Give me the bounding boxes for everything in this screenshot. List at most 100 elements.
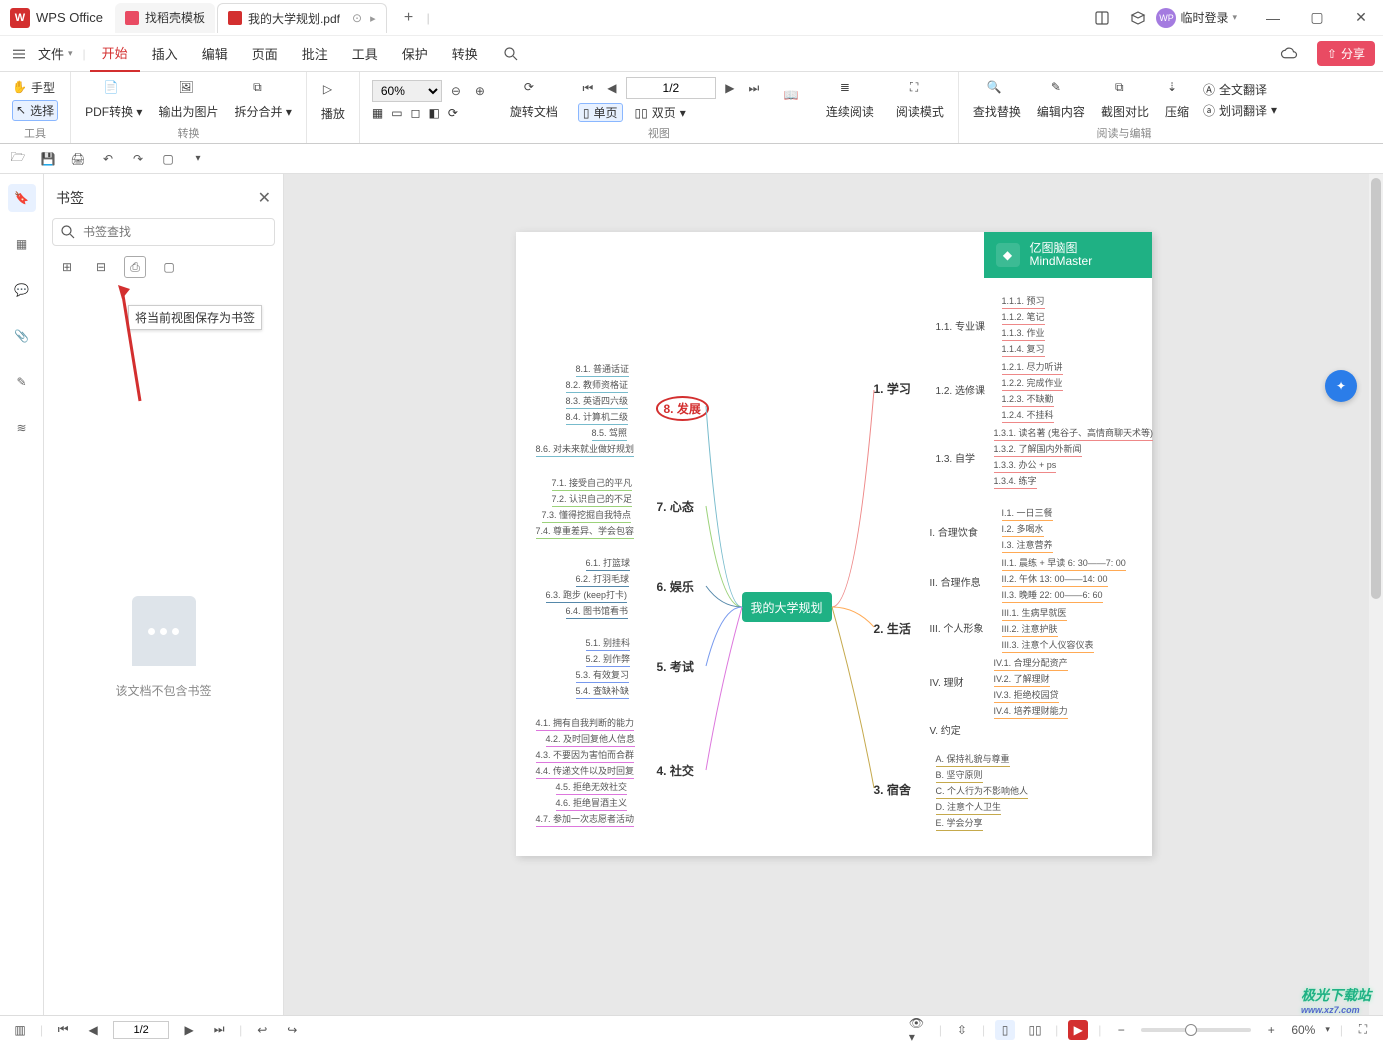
rail-signature-icon[interactable]: ✎ [8, 368, 36, 396]
zoom-select[interactable]: 60% [372, 80, 442, 102]
sb-next-page-icon[interactable]: ▶ [179, 1020, 199, 1040]
single-page-toggle[interactable]: ▯ 单页 [578, 103, 623, 122]
chevron-down-icon[interactable]: ▾ [1232, 12, 1237, 23]
rail-bookmark-icon[interactable]: 🔖 [8, 184, 36, 212]
tab-menu-icon[interactable]: ⊙ [352, 11, 362, 25]
sb-page-input[interactable] [113, 1021, 169, 1039]
hamburger-icon[interactable] [8, 43, 30, 65]
bookmark-collapse-icon[interactable]: ⊟ [90, 256, 112, 278]
last-page-icon[interactable]: ⏭ [744, 77, 764, 99]
word-translate-button[interactable]: ⓐ 划词翻译 ▾ [1203, 102, 1277, 119]
cloud-icon[interactable] [1277, 42, 1301, 66]
file-menu[interactable]: 文件▾ [38, 44, 73, 63]
redo-icon[interactable]: ↷ [128, 149, 148, 169]
hand-tool[interactable]: ✋ 手型 [12, 79, 58, 96]
sb-panel-icon[interactable]: ▥ [10, 1020, 30, 1040]
menu-tab-edit[interactable]: 编辑 [190, 36, 240, 72]
fit-page-icon[interactable]: ▭ [391, 106, 402, 120]
bookmark-expand-icon[interactable]: ⊞ [56, 256, 78, 278]
read-mode-button[interactable]: ⛶阅读模式 [888, 80, 952, 120]
share-button[interactable]: ⇧ 分享 [1317, 41, 1375, 66]
bookmark-save-view-icon[interactable]: ⎙ [124, 256, 146, 278]
sb-last-page-icon[interactable]: ⏭ [209, 1020, 229, 1040]
tab-document[interactable]: 我的大学规划.pdf ⊙ ▸ [217, 3, 387, 33]
export-image-button[interactable]: 🖼输出为图片 [150, 80, 226, 120]
double-page-toggle[interactable]: ▯▯ 双页 ▾ [631, 104, 690, 121]
sb-prev-page-icon[interactable]: ◀ [83, 1020, 103, 1040]
rail-comment-icon[interactable]: 💬 [8, 276, 36, 304]
actual-size-icon[interactable]: ◻ [411, 106, 421, 120]
find-replace-button[interactable]: 🔍查找替换 [965, 80, 1029, 120]
panel-close-icon[interactable]: ✕ [258, 188, 271, 208]
pdf-convert-button[interactable]: 📄PDF转换 ▾ [77, 80, 150, 120]
login-status[interactable]: 临时登录 [1180, 9, 1228, 26]
rotate-doc-button[interactable]: ⟳旋转文档 [502, 80, 566, 120]
crop-icon[interactable]: ◧ [429, 106, 440, 120]
sb-double-view-icon[interactable]: ▯▯ [1025, 1020, 1045, 1040]
menu-tab-annotate[interactable]: 批注 [290, 36, 340, 72]
sb-zoom-in-icon[interactable]: + [1261, 1020, 1281, 1040]
full-translate-button[interactable]: Ⓐ 全文翻译 [1203, 81, 1277, 98]
tab-expand-icon[interactable]: ▸ [370, 12, 376, 25]
window-close[interactable]: ✕ [1339, 0, 1383, 36]
page-input[interactable] [626, 77, 716, 99]
user-avatar[interactable]: WP [1156, 8, 1176, 28]
bookmark-goto-icon[interactable]: ▢ [158, 256, 180, 278]
rail-layers-icon[interactable]: ≋ [8, 414, 36, 442]
prev-page-icon[interactable]: ◀ [602, 77, 622, 99]
first-page-icon[interactable]: ⏮ [578, 77, 598, 99]
window-minimize[interactable]: — [1251, 0, 1295, 36]
dropdown-icon[interactable]: ▾ [188, 149, 208, 169]
sb-eye-icon[interactable]: 👁 ▾ [909, 1020, 929, 1040]
floating-assist-button[interactable]: ✦ [1325, 370, 1357, 402]
screenshot-compare-button[interactable]: ⧉截图对比 [1093, 80, 1157, 120]
bookmark-panel: 书签 ✕ ⊞ ⊟ ⎙ ▢ 该文档不包含书签 [44, 174, 284, 1015]
menu-tab-page[interactable]: 页面 [240, 36, 290, 72]
sb-first-page-icon[interactable]: ⏮ [53, 1020, 73, 1040]
bookmark-search-input[interactable] [83, 225, 268, 239]
split-merge-button[interactable]: ⧉拆分合并 ▾ [226, 80, 299, 120]
sb-nav-fwd-icon[interactable]: ↪ [282, 1020, 302, 1040]
tab-add-button[interactable]: + [397, 6, 421, 30]
document-canvas[interactable]: ◆ 亿图脑图MindMaster 我的大学规划 1. 学习 2. 生活 3. 宿… [284, 174, 1383, 1015]
sb-play-icon[interactable]: ▶ [1068, 1020, 1088, 1040]
menu-tab-start[interactable]: 开始 [90, 36, 140, 72]
sb-fit-icon[interactable]: ⇳ [952, 1020, 972, 1040]
main-area: 🔖 ▦ 💬 📎 ✎ ≋ 书签 ✕ ⊞ ⊟ ⎙ ▢ 该文档不包含书签 ◆ [0, 174, 1383, 1015]
save-icon[interactable]: 💾 [38, 149, 58, 169]
more-icon[interactable]: ▢ [158, 149, 178, 169]
book-view-icon[interactable]: 📖 [776, 88, 812, 111]
continuous-read-button[interactable]: ≣连续阅读 [818, 80, 882, 120]
bookmark-search[interactable] [52, 218, 275, 246]
next-page-icon[interactable]: ▶ [720, 77, 740, 99]
search-icon[interactable] [490, 36, 532, 72]
zoom-in-icon[interactable]: ⊕ [470, 80, 490, 102]
rail-thumbnail-icon[interactable]: ▦ [8, 230, 36, 258]
window-maximize[interactable]: ▢ [1295, 0, 1339, 36]
sb-zoom-slider[interactable] [1141, 1028, 1251, 1032]
fit-width-icon[interactable]: ▦ [372, 106, 383, 120]
open-icon[interactable]: 🗁 [8, 149, 28, 169]
sb-fullscreen-icon[interactable]: ⛶ [1353, 1020, 1373, 1040]
menu-tab-protect[interactable]: 保护 [390, 36, 440, 72]
tab-template[interactable]: 找稻壳模板 [115, 3, 215, 33]
compress-button[interactable]: ⇣压缩 [1157, 80, 1197, 120]
menu-tab-convert[interactable]: 转换 [440, 36, 490, 72]
rail-attachment-icon[interactable]: 📎 [8, 322, 36, 350]
play-button[interactable]: ▷播放 [313, 82, 353, 122]
sb-single-view-icon[interactable]: ▯ [995, 1020, 1015, 1040]
menu-tab-tools[interactable]: 工具 [340, 36, 390, 72]
vertical-scrollbar[interactable] [1369, 174, 1383, 1015]
sb-nav-back-icon[interactable]: ↩ [252, 1020, 272, 1040]
titlebar-icon-1[interactable] [1090, 6, 1114, 30]
zoom-out-icon[interactable]: ⊖ [446, 80, 466, 102]
rotate-icon[interactable]: ⟳ [448, 106, 458, 120]
undo-icon[interactable]: ↶ [98, 149, 118, 169]
titlebar-icon-2[interactable] [1126, 6, 1150, 30]
sb-zoom-out-icon[interactable]: − [1111, 1020, 1131, 1040]
print-icon[interactable]: 🖨 [68, 149, 88, 169]
menu-tab-insert[interactable]: 插入 [140, 36, 190, 72]
sb-zoom-dropdown-icon[interactable]: ▾ [1325, 1024, 1330, 1035]
select-tool[interactable]: ↖ 选择 [12, 100, 58, 121]
edit-content-button[interactable]: ✎编辑内容 [1029, 80, 1093, 120]
